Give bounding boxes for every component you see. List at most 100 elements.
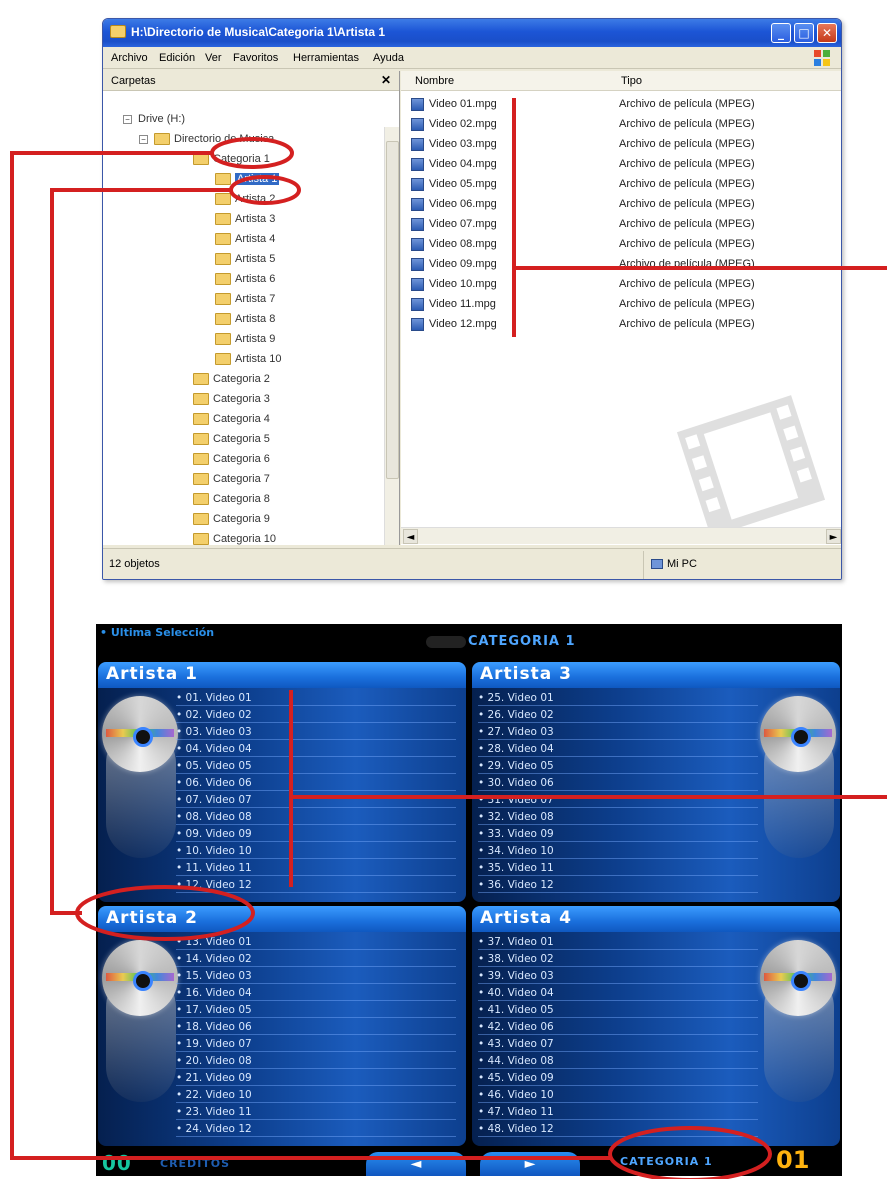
- close-pane-icon[interactable]: ✕: [381, 73, 391, 87]
- file-row[interactable]: Video 03.mpg Archivo de película (MPEG): [401, 135, 821, 155]
- song-item[interactable]: • 05. Video 05: [176, 758, 456, 774]
- song-item[interactable]: • 37. Video 01: [478, 934, 758, 950]
- tree-item-artista-7[interactable]: Artista 7: [215, 291, 275, 307]
- song-item[interactable]: • 02. Video 02: [176, 707, 456, 723]
- file-row[interactable]: Video 08.mpg Archivo de película (MPEG): [401, 235, 821, 255]
- menu-edicion[interactable]: Edición: [159, 52, 195, 64]
- song-item[interactable]: • 10. Video 10: [176, 843, 456, 859]
- artist-panel[interactable]: Artista 4 • 37. Video 01 • 38. Video 02 …: [472, 906, 840, 1146]
- file-row[interactable]: Video 07.mpg Archivo de película (MPEG): [401, 215, 821, 235]
- file-row[interactable]: Video 05.mpg Archivo de película (MPEG): [401, 175, 821, 195]
- tree-item-categoria-10[interactable]: Categoria 10: [193, 531, 276, 547]
- song-item[interactable]: • 43. Video 07: [478, 1036, 758, 1052]
- song-item[interactable]: • 23. Video 11: [176, 1104, 456, 1120]
- title-bar[interactable]: H:\Directorio de Musica\Categoria 1\Arti…: [103, 19, 841, 47]
- tree-item-categoria-4[interactable]: Categoria 4: [193, 411, 270, 427]
- menu-herramientas[interactable]: Herramientas: [293, 52, 359, 64]
- song-item[interactable]: • 03. Video 03: [176, 724, 456, 740]
- song-item[interactable]: • 42. Video 06: [478, 1019, 758, 1035]
- song-item[interactable]: • 29. Video 05: [478, 758, 758, 774]
- tree-scrollbar[interactable]: [384, 127, 399, 545]
- song-item[interactable]: • 14. Video 02: [176, 951, 456, 967]
- song-item[interactable]: • 25. Video 01: [478, 690, 758, 706]
- horizontal-scrollbar[interactable]: ◄ ►: [401, 527, 841, 544]
- file-row[interactable]: Video 02.mpg Archivo de película (MPEG): [401, 115, 821, 135]
- tree-item-drive[interactable]: − Drive (H:): [123, 111, 185, 127]
- song-item[interactable]: • 09. Video 09: [176, 826, 456, 842]
- song-item[interactable]: • 13. Video 01: [176, 934, 456, 950]
- scroll-left-icon[interactable]: ◄: [403, 529, 418, 544]
- song-item[interactable]: • 39. Video 03: [478, 968, 758, 984]
- song-item[interactable]: • 24. Video 12: [176, 1121, 456, 1137]
- tree-item-categoria-6[interactable]: Categoria 6: [193, 451, 270, 467]
- tree-item-categoria-2[interactable]: Categoria 2: [193, 371, 270, 387]
- collapse-icon[interactable]: −: [123, 114, 132, 124]
- song-item[interactable]: • 38. Video 02: [478, 951, 758, 967]
- menu-ver[interactable]: Ver: [205, 52, 222, 64]
- artist-panel[interactable]: Artista 1 • 01. Video 01 • 02. Video 02 …: [98, 662, 466, 902]
- song-item[interactable]: • 45. Video 09: [478, 1070, 758, 1086]
- song-item[interactable]: • 30. Video 06: [478, 775, 758, 791]
- tree-item-artista-4[interactable]: Artista 4: [215, 231, 275, 247]
- column-header-type[interactable]: Tipo: [621, 75, 642, 87]
- tree-item-artista-6[interactable]: Artista 6: [215, 271, 275, 287]
- tree-item-root[interactable]: − Directorio de Musica: [139, 131, 274, 147]
- file-row[interactable]: Video 06.mpg Archivo de película (MPEG): [401, 195, 821, 215]
- song-item[interactable]: • 26. Video 02: [478, 707, 758, 723]
- tree-item-artista-2[interactable]: Artista 2: [215, 191, 275, 207]
- menu-archivo[interactable]: Archivo: [111, 52, 148, 64]
- song-item[interactable]: • 12. Video 12: [176, 877, 456, 893]
- tree-item-categoria-3[interactable]: Categoria 3: [193, 391, 270, 407]
- scroll-right-icon[interactable]: ►: [826, 529, 841, 544]
- song-item[interactable]: • 31. Video 07: [478, 792, 758, 808]
- song-item[interactable]: • 47. Video 11: [478, 1104, 758, 1120]
- tree-item-categoria-7[interactable]: Categoria 7: [193, 471, 270, 487]
- artist-panel[interactable]: Artista 2 • 13. Video 01 • 14. Video 02 …: [98, 906, 466, 1146]
- song-item[interactable]: • 17. Video 05: [176, 1002, 456, 1018]
- column-header-name[interactable]: Nombre: [415, 75, 454, 87]
- file-row[interactable]: Video 12.mpg Archivo de película (MPEG): [401, 315, 821, 335]
- song-item[interactable]: • 20. Video 08: [176, 1053, 456, 1069]
- tree-item-artista-3[interactable]: Artista 3: [215, 211, 275, 227]
- tree-item-categoria-1[interactable]: Categoria 1: [193, 151, 270, 167]
- song-item[interactable]: • 36. Video 12: [478, 877, 758, 893]
- song-item[interactable]: • 34. Video 10: [478, 843, 758, 859]
- song-item[interactable]: • 07. Video 07: [176, 792, 456, 808]
- file-row[interactable]: Video 04.mpg Archivo de película (MPEG): [401, 155, 821, 175]
- song-item[interactable]: • 16. Video 04: [176, 985, 456, 1001]
- song-item[interactable]: • 33. Video 09: [478, 826, 758, 842]
- song-item[interactable]: • 28. Video 04: [478, 741, 758, 757]
- maximize-button[interactable]: □: [794, 23, 814, 43]
- tree-item-artista-1[interactable]: Artista 1: [215, 171, 280, 187]
- song-item[interactable]: • 19. Video 07: [176, 1036, 456, 1052]
- tree-item-categoria-5[interactable]: Categoria 5: [193, 431, 270, 447]
- tree-item-artista-5[interactable]: Artista 5: [215, 251, 275, 267]
- file-row[interactable]: Video 01.mpg Archivo de película (MPEG): [401, 95, 821, 115]
- song-item[interactable]: • 21. Video 09: [176, 1070, 456, 1086]
- minimize-button[interactable]: _: [771, 23, 791, 43]
- file-row[interactable]: Video 09.mpg Archivo de película (MPEG): [401, 255, 821, 275]
- menu-favoritos[interactable]: Favoritos: [233, 52, 278, 64]
- artist-panel[interactable]: Artista 3 • 25. Video 01 • 26. Video 02 …: [472, 662, 840, 902]
- tree-item-artista-8[interactable]: Artista 8: [215, 311, 275, 327]
- tree-item-categoria-8[interactable]: Categoria 8: [193, 491, 270, 507]
- tree-item-artista-10[interactable]: Artista 10: [215, 351, 281, 367]
- tree-item-artista-9[interactable]: Artista 9: [215, 331, 275, 347]
- close-button[interactable]: ✕: [817, 23, 837, 43]
- collapse-icon[interactable]: −: [139, 134, 148, 144]
- prev-button[interactable]: ◄: [366, 1152, 466, 1176]
- song-item[interactable]: • 22. Video 10: [176, 1087, 456, 1103]
- song-item[interactable]: • 41. Video 05: [478, 1002, 758, 1018]
- song-item[interactable]: • 18. Video 06: [176, 1019, 456, 1035]
- menu-ayuda[interactable]: Ayuda: [373, 52, 404, 64]
- song-item[interactable]: • 08. Video 08: [176, 809, 456, 825]
- song-item[interactable]: • 06. Video 06: [176, 775, 456, 791]
- song-item[interactable]: • 04. Video 04: [176, 741, 456, 757]
- song-item[interactable]: • 01. Video 01: [176, 690, 456, 706]
- scroll-thumb[interactable]: [386, 141, 399, 479]
- next-button[interactable]: ►: [480, 1152, 580, 1176]
- song-item[interactable]: • 40. Video 04: [478, 985, 758, 1001]
- file-row[interactable]: Video 11.mpg Archivo de película (MPEG): [401, 295, 821, 315]
- song-item[interactable]: • 11. Video 11: [176, 860, 456, 876]
- song-item[interactable]: • 32. Video 08: [478, 809, 758, 825]
